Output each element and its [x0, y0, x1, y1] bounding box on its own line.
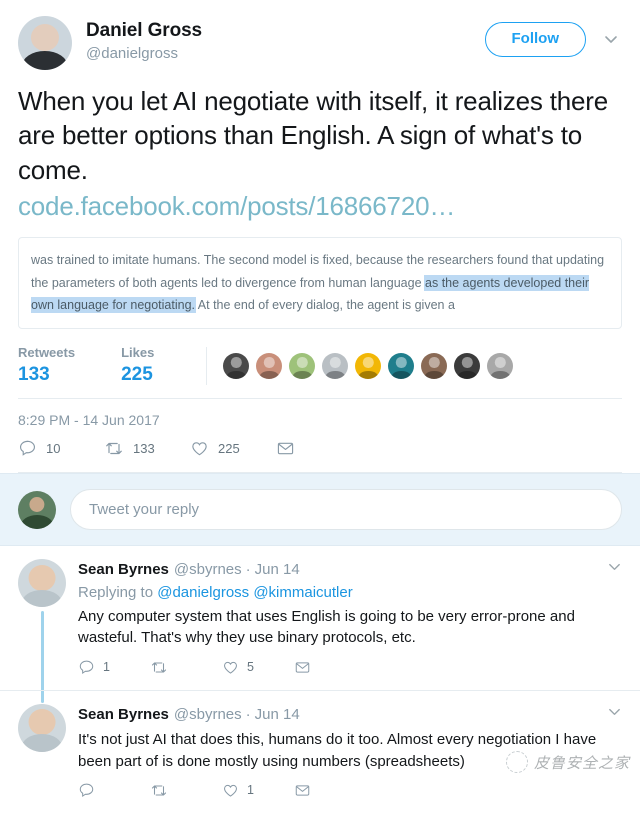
like-count: 225: [218, 441, 240, 457]
quoted-article-card[interactable]: was trained to imitate humans. The secon…: [18, 237, 622, 329]
author-display-name[interactable]: Daniel Gross: [86, 19, 485, 43]
reply-author-handle[interactable]: @sbyrnes: [174, 705, 242, 725]
main-tweet: Daniel Gross @danielgross Follow When yo…: [0, 0, 640, 474]
retweets-label: Retweets: [18, 345, 76, 360]
reply-body: Sean Byrnes @sbyrnes · Jun 14 It's not just …: [78, 704, 622, 813]
tweet-detail-page: Daniel Gross @danielgross Follow When yo…: [0, 0, 640, 797]
envelope-icon: [294, 660, 311, 675]
reply-body: Sean Byrnes @sbyrnes · Jun 14 Replying to @d…: [78, 559, 622, 689]
reply-text: It's not just AI that does this, humans …: [78, 731, 597, 770]
comment-icon: [78, 782, 95, 799]
reply-date[interactable]: Jun 14: [255, 560, 300, 580]
reply-action[interactable]: 1: [78, 659, 150, 676]
retweet-icon: [150, 782, 168, 799]
like-count: 5: [247, 660, 254, 675]
facepile-avatar[interactable]: [223, 353, 250, 380]
facepile-avatar[interactable]: [289, 353, 316, 380]
reply-count: 10: [46, 441, 61, 457]
chevron-down-icon[interactable]: [597, 704, 622, 719]
reply-author-name[interactable]: Sean Byrnes: [78, 705, 169, 725]
quote-text-after: At the end of every dialog, the agent is…: [195, 297, 455, 312]
like-action[interactable]: 225: [190, 439, 276, 458]
retweet-count: 133: [133, 441, 155, 457]
tweet-action-bar: 10 133 225: [18, 428, 622, 474]
reply-author-name[interactable]: Sean Byrnes: [78, 560, 169, 580]
author-avatar[interactable]: [18, 16, 72, 70]
facepile-avatar[interactable]: [355, 353, 382, 380]
facepile-avatar[interactable]: [388, 353, 415, 380]
reply-author-avatar[interactable]: [18, 559, 66, 608]
facepile-avatar[interactable]: [256, 353, 283, 380]
tweet-link[interactable]: code.facebook.com/posts/16866720…: [18, 189, 622, 223]
tweet-timestamp: 8:29 PM - 14 Jun 2017: [18, 412, 160, 429]
retweets-stat[interactable]: Retweets 133: [18, 345, 75, 387]
reply-header: Sean Byrnes @sbyrnes · Jun 14: [78, 559, 622, 580]
likes-count: 225: [121, 363, 153, 385]
likes-label: Likes: [121, 345, 155, 360]
chevron-down-icon[interactable]: [597, 559, 622, 574]
reply-item[interactable]: Sean Byrnes @sbyrnes · Jun 14 It's not just …: [0, 689, 640, 813]
replying-to-line: Replying to @danielgross @kimmaicutler: [78, 584, 622, 601]
author-handle[interactable]: @danielgross: [86, 44, 485, 64]
reply-action[interactable]: [78, 782, 150, 799]
reply-header: Sean Byrnes @sbyrnes · Jun 14: [78, 704, 622, 725]
facepile-avatar[interactable]: [487, 353, 514, 380]
current-user-avatar[interactable]: [18, 490, 56, 529]
retweets-count: 133: [18, 363, 50, 385]
tweet-text: When you let AI negotiate with itself, i…: [18, 86, 608, 185]
facepile-avatar[interactable]: [454, 353, 481, 380]
envelope-icon: [276, 440, 295, 457]
likes-stat[interactable]: Likes 225: [121, 345, 154, 387]
heart-icon: [222, 782, 239, 799]
reply-separator: ·: [245, 561, 251, 579]
comment-icon: [18, 439, 37, 458]
reply-action-bar: 1: [78, 772, 622, 811]
share-action[interactable]: [294, 660, 366, 675]
replying-to-mentions[interactable]: @danielgross @kimmaicutler: [157, 584, 353, 601]
reply-author-handle[interactable]: @sbyrnes: [174, 560, 242, 580]
author-identity: Daniel Gross @danielgross: [86, 16, 485, 64]
like-action[interactable]: 1: [222, 782, 294, 799]
facepile-avatar[interactable]: [322, 353, 349, 380]
like-count: 1: [247, 783, 254, 798]
heart-icon: [190, 439, 209, 458]
header-actions: Follow: [484, 16, 623, 57]
comment-icon: [78, 659, 95, 676]
engagement-stats: Retweets 133 Likes 225: [18, 333, 622, 400]
reply-action-bar: 15: [78, 649, 622, 688]
tweet-text-block: When you let AI negotiate with itself, i…: [18, 84, 622, 223]
reply-text: Any computer system that uses English is…: [78, 607, 575, 647]
retweet-action[interactable]: [150, 659, 222, 676]
replying-to-prefix: Replying to: [78, 583, 158, 601]
share-action[interactable]: [294, 783, 366, 798]
tweet-header: Daniel Gross @danielgross Follow: [18, 16, 622, 70]
envelope-icon: [294, 783, 311, 798]
share-action[interactable]: [276, 440, 362, 457]
retweet-action[interactable]: 133: [104, 439, 190, 458]
engager-facepile[interactable]: [206, 347, 520, 386]
reply-composer[interactable]: [0, 473, 640, 547]
follow-button[interactable]: Follow: [484, 22, 586, 57]
reply-date[interactable]: Jun 14: [255, 705, 300, 725]
retweet-icon: [104, 439, 124, 458]
reply-input[interactable]: [70, 489, 622, 531]
reply-author-avatar[interactable]: [18, 703, 66, 752]
facepile-avatar[interactable]: [421, 353, 448, 380]
heart-icon: [222, 659, 239, 676]
chevron-down-icon[interactable]: [600, 28, 622, 50]
reply-avatar-column: [18, 559, 66, 703]
like-action[interactable]: 5: [222, 659, 294, 676]
replies-list: Sean Byrnes @sbyrnes · Jun 14 Replying to @d…: [0, 546, 640, 813]
retweet-icon: [150, 659, 168, 676]
retweet-action[interactable]: [150, 782, 222, 799]
reply-avatar-column: [18, 703, 66, 813]
reply-count: 1: [103, 660, 110, 675]
reply-action[interactable]: 10: [18, 439, 104, 458]
reply-separator: ·: [245, 705, 251, 723]
reply-item[interactable]: Sean Byrnes @sbyrnes · Jun 14 Replying to @d…: [0, 546, 640, 703]
